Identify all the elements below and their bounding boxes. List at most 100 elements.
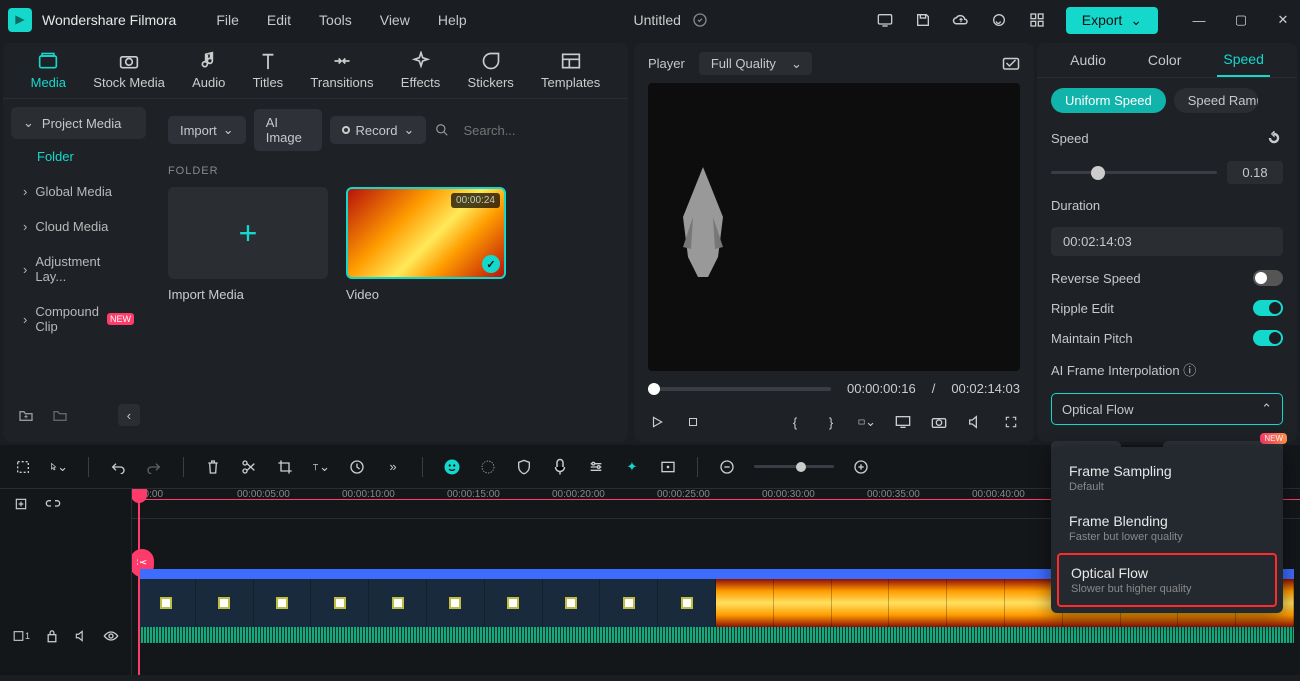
select-tool[interactable]: [14, 458, 32, 476]
close-button[interactable]: ✕: [1274, 11, 1292, 29]
info-icon[interactable]: ⓘ: [1183, 363, 1196, 378]
export-button[interactable]: Export⌄: [1066, 7, 1158, 34]
pitch-label: Maintain Pitch: [1051, 331, 1133, 346]
mic-button[interactable]: [551, 458, 569, 476]
crop-button[interactable]: [276, 458, 294, 476]
track-add-button[interactable]: [12, 495, 30, 513]
text-tool-button[interactable]: ⌄: [312, 458, 330, 476]
ai-face-button[interactable]: [443, 458, 461, 476]
collapse-sidebar-button[interactable]: ‹: [118, 404, 140, 426]
apps-icon[interactable]: [1028, 11, 1046, 29]
speed-tab-uniform[interactable]: Uniform Speed: [1051, 88, 1166, 113]
tab-audio[interactable]: Audio: [192, 51, 225, 90]
reverse-toggle[interactable]: [1253, 270, 1283, 286]
cursor-tool[interactable]: ⌄: [50, 458, 68, 476]
ripple-toggle[interactable]: [1253, 300, 1283, 316]
progress-slider[interactable]: [648, 387, 831, 391]
marker-button[interactable]: ✦: [623, 458, 641, 476]
inspector-tab-color[interactable]: Color: [1142, 44, 1187, 76]
volume-button[interactable]: [966, 413, 984, 431]
audio-waveform[interactable]: [138, 627, 1294, 643]
tab-titles[interactable]: Titles: [253, 51, 284, 90]
camera-button[interactable]: [930, 413, 948, 431]
speed-slider[interactable]: [1051, 171, 1217, 174]
display-button[interactable]: [894, 413, 912, 431]
stop-button[interactable]: [684, 413, 702, 431]
record-button[interactable]: Record⌄: [330, 116, 427, 144]
ratio-button[interactable]: ⌄: [858, 413, 876, 431]
undo-button[interactable]: [109, 458, 127, 476]
play-button[interactable]: [648, 413, 666, 431]
video-clip-tile[interactable]: 00:00:24 ✓ Video: [346, 187, 506, 302]
mute-icon[interactable]: [74, 627, 90, 645]
menu-tools[interactable]: Tools: [319, 12, 352, 28]
track-settings-icon[interactable]: 1: [12, 627, 30, 645]
adjust-button[interactable]: [587, 458, 605, 476]
import-button[interactable]: Import⌄: [168, 116, 246, 144]
maximize-button[interactable]: ▢: [1232, 11, 1250, 29]
tab-transitions[interactable]: Transitions: [310, 51, 373, 90]
new-folder-icon[interactable]: [17, 406, 35, 424]
cloud-sync-icon[interactable]: [691, 11, 709, 29]
menu-view[interactable]: View: [380, 12, 410, 28]
keyframe-button[interactable]: [659, 458, 677, 476]
zoom-slider[interactable]: [754, 465, 834, 468]
split-button[interactable]: [240, 458, 258, 476]
sidebar-folder-label[interactable]: Folder: [11, 139, 146, 174]
chevron-right-icon: ›: [23, 312, 27, 327]
color-button[interactable]: [479, 458, 497, 476]
visibility-icon[interactable]: [103, 627, 119, 645]
speed-tool-button[interactable]: [348, 458, 366, 476]
menu-file[interactable]: File: [216, 12, 239, 28]
mark-in-button[interactable]: {: [786, 413, 804, 431]
ai-image-button[interactable]: AI Image: [254, 109, 322, 151]
speed-tab-ramp[interactable]: Speed Ramp: [1174, 88, 1258, 113]
zoom-in-button[interactable]: [852, 458, 870, 476]
tab-templates[interactable]: Templates: [541, 51, 600, 90]
ai-interp-select[interactable]: Optical Flow⌃: [1051, 393, 1283, 425]
delete-button[interactable]: [204, 458, 222, 476]
tab-stock-media[interactable]: Stock Media: [93, 51, 165, 90]
sidebar-item-cloud[interactable]: ›Cloud Media: [11, 209, 146, 244]
speed-value[interactable]: 0.18: [1227, 161, 1283, 184]
sidebar-item-compound[interactable]: ›Compound ClipNEW: [11, 294, 146, 344]
option-frame-blending[interactable]: Frame Blending Faster but lower quality: [1057, 503, 1277, 553]
lock-icon[interactable]: [44, 627, 60, 645]
minimize-button[interactable]: —: [1190, 11, 1208, 29]
zoom-out-button[interactable]: [718, 458, 736, 476]
inspector-tab-speed[interactable]: Speed: [1217, 43, 1269, 77]
inspector-tab-audio[interactable]: Audio: [1064, 44, 1112, 76]
pitch-toggle[interactable]: [1253, 330, 1283, 346]
video-preview[interactable]: [648, 83, 1020, 371]
folder-icon[interactable]: [51, 406, 69, 424]
menu-edit[interactable]: Edit: [267, 12, 291, 28]
search-input[interactable]: [458, 117, 646, 144]
snapshot-icon[interactable]: [1002, 54, 1020, 72]
fullscreen-button[interactable]: [1002, 413, 1020, 431]
shield-button[interactable]: [515, 458, 533, 476]
reset-speed-icon[interactable]: [1265, 129, 1283, 147]
link-button[interactable]: [44, 495, 62, 513]
quality-select[interactable]: Full Quality: [699, 52, 812, 75]
tab-effects[interactable]: Effects: [401, 51, 441, 90]
duration-value[interactable]: 00:02:14:03: [1051, 227, 1283, 256]
device-icon[interactable]: [876, 11, 894, 29]
sidebar-item-global[interactable]: ›Global Media: [11, 174, 146, 209]
playhead[interactable]: [138, 489, 140, 675]
option-frame-sampling[interactable]: Frame Sampling Default: [1057, 453, 1277, 503]
support-icon[interactable]: [990, 11, 1008, 29]
mark-out-button[interactable]: }: [822, 413, 840, 431]
sidebar-project-media[interactable]: ⌄Project Media: [11, 107, 146, 139]
import-media-tile[interactable]: + Import Media: [168, 187, 328, 302]
menu-help[interactable]: Help: [438, 12, 467, 28]
more-tools-button[interactable]: »: [384, 458, 402, 476]
tab-media[interactable]: Media: [31, 51, 66, 90]
tab-stickers[interactable]: Stickers: [468, 51, 514, 90]
option-optical-flow[interactable]: Optical Flow Slower but higher quality: [1057, 553, 1277, 607]
save-icon[interactable]: [914, 11, 932, 29]
redo-button[interactable]: [145, 458, 163, 476]
chevron-down-icon: ⌄: [223, 122, 234, 138]
sidebar-item-adjustment[interactable]: ›Adjustment Lay...: [11, 244, 146, 294]
cloud-icon[interactable]: [952, 11, 970, 29]
search-icon: [434, 121, 449, 139]
